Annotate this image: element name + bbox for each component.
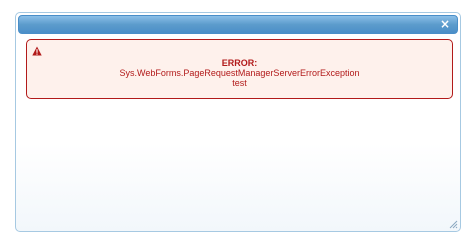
error-message-box: ERROR: Sys.WebForms.PageRequestManagerSe… — [26, 39, 453, 99]
dialog-titlebar[interactable]: × — [18, 15, 458, 34]
error-exception: Sys.WebForms.PageRequestManagerServerErr… — [119, 68, 360, 78]
error-dialog: × ERROR: Sys.WebForms.PageRequestManager… — [15, 12, 461, 232]
resize-grip-icon[interactable] — [448, 219, 458, 229]
warning-icon — [32, 46, 42, 56]
error-message: test — [232, 78, 247, 88]
error-text: ERROR: Sys.WebForms.PageRequestManagerSe… — [27, 58, 452, 88]
close-icon[interactable]: × — [438, 17, 452, 31]
error-title: ERROR: — [221, 58, 258, 68]
